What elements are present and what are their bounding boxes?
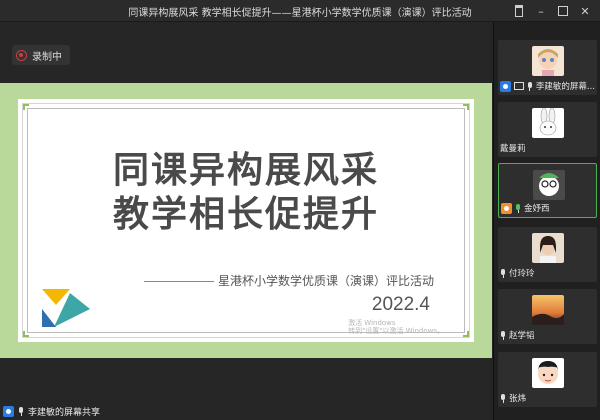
participant-name: 赵学韬 (509, 331, 535, 341)
participant-name: 付玲玲 (509, 269, 535, 279)
title-bar: 同课异构展风采 教学相长促提升——星港杯小学数学优质课（演课）评比活动 – ✕ (0, 0, 600, 22)
slide-title-line2: 教学相长促提升 (112, 194, 379, 235)
participant-tile[interactable]: 张炜 (498, 352, 597, 407)
microphone-icon (500, 330, 506, 340)
microphone-icon (527, 81, 533, 91)
window-controls: – ✕ (510, 2, 594, 20)
sunset-avatar (532, 295, 564, 325)
pin-icon[interactable] (510, 2, 528, 20)
participant-tile[interactable]: 赵学韬 (498, 289, 597, 344)
record-icon (16, 49, 27, 61)
microphone-active-icon (515, 203, 521, 213)
cohost-icon (501, 202, 512, 214)
screen-share-icon (513, 82, 524, 90)
microphone-icon (18, 407, 24, 416)
host-icon (3, 406, 14, 417)
screen-share-label: 李建敏的屏幕共享 (28, 408, 101, 418)
slide-logo-icon (42, 289, 90, 327)
participant-name: 张炜 (509, 394, 527, 404)
participant-list: 李建敏的屏幕... 戴曼莉 金妤西 付玲玲 赵学韬 张炜 (493, 22, 600, 420)
photo-woman-avatar (532, 233, 564, 263)
participant-name: 戴曼莉 (500, 144, 526, 154)
microphone-icon (500, 393, 506, 403)
host-icon (500, 80, 511, 92)
green-character-avatar (533, 170, 565, 200)
participant-name: 金妤西 (524, 204, 550, 214)
participant-name: 李建敏的屏幕... (535, 82, 595, 92)
cartoon-kid-avatar (532, 358, 564, 388)
minimize-icon[interactable]: – (532, 2, 550, 20)
close-icon[interactable]: ✕ (576, 2, 594, 20)
participant-tile[interactable]: 戴曼莉 (498, 102, 597, 157)
recording-indicator[interactable]: 录制中 (12, 45, 70, 65)
cartoon-girl-avatar (532, 46, 564, 76)
participant-tile[interactable]: 李建敏的屏幕... (498, 40, 597, 95)
slide-date: 2022.4 (371, 294, 430, 315)
presentation-slide: 同课异构展风采 教学相长促提升 星港杯小学数学优质课（演课）评比活动 2022.… (0, 83, 492, 358)
microphone-icon (500, 268, 506, 278)
maximize-icon[interactable] (554, 2, 572, 20)
recording-label: 录制中 (32, 51, 62, 63)
slide-content: 同课异构展风采 教学相长促提升 星港杯小学数学优质课（演课）评比活动 2022.… (18, 99, 474, 342)
rabbit-avatar (532, 108, 564, 138)
windows-watermark: 激活 Windows 转到"设置"以激活 Windows。 (348, 319, 444, 335)
slide-subtitle: 星港杯小学数学优质课（演课）评比活动 (143, 272, 434, 289)
screen-share-bar[interactable]: 李建敏的屏幕共享 (0, 403, 100, 420)
participant-tile-active[interactable]: 金妤西 (498, 163, 597, 218)
participant-tile[interactable]: 付玲玲 (498, 227, 597, 282)
